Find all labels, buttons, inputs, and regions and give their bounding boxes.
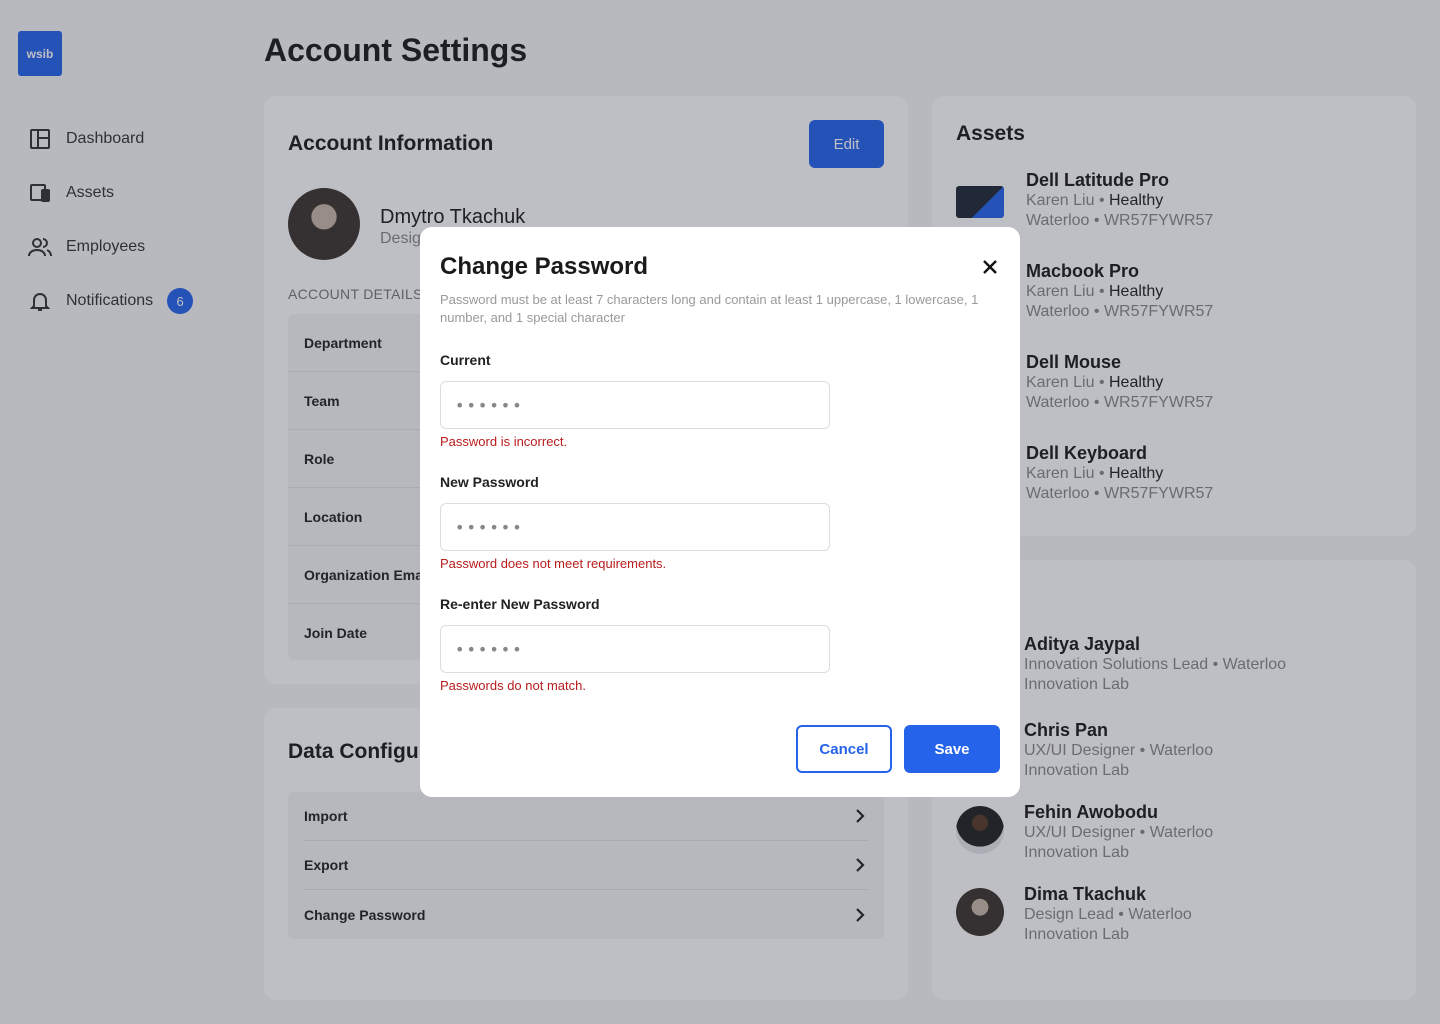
- current-password-input[interactable]: [440, 381, 830, 429]
- close-icon[interactable]: [980, 257, 1000, 277]
- new-password-input[interactable]: [440, 503, 830, 551]
- current-password-error: Password is incorrect.: [440, 434, 568, 449]
- new-password-error: Password does not meet requirements.: [440, 556, 667, 571]
- reenter-password-error: Passwords do not match.: [440, 678, 586, 693]
- current-password-label: Current: [440, 352, 491, 368]
- change-password-modal: Change Password Password must be at leas…: [420, 227, 1020, 797]
- modal-title: Change Password: [440, 253, 649, 280]
- save-button[interactable]: Save: [904, 725, 1000, 773]
- reenter-password-label: Re-enter New Password: [440, 596, 600, 612]
- reenter-password-input[interactable]: [440, 625, 830, 673]
- password-requirements: Password must be at least 7 characters l…: [440, 292, 979, 325]
- new-password-label: New Password: [440, 474, 539, 490]
- cancel-button[interactable]: Cancel: [796, 725, 892, 773]
